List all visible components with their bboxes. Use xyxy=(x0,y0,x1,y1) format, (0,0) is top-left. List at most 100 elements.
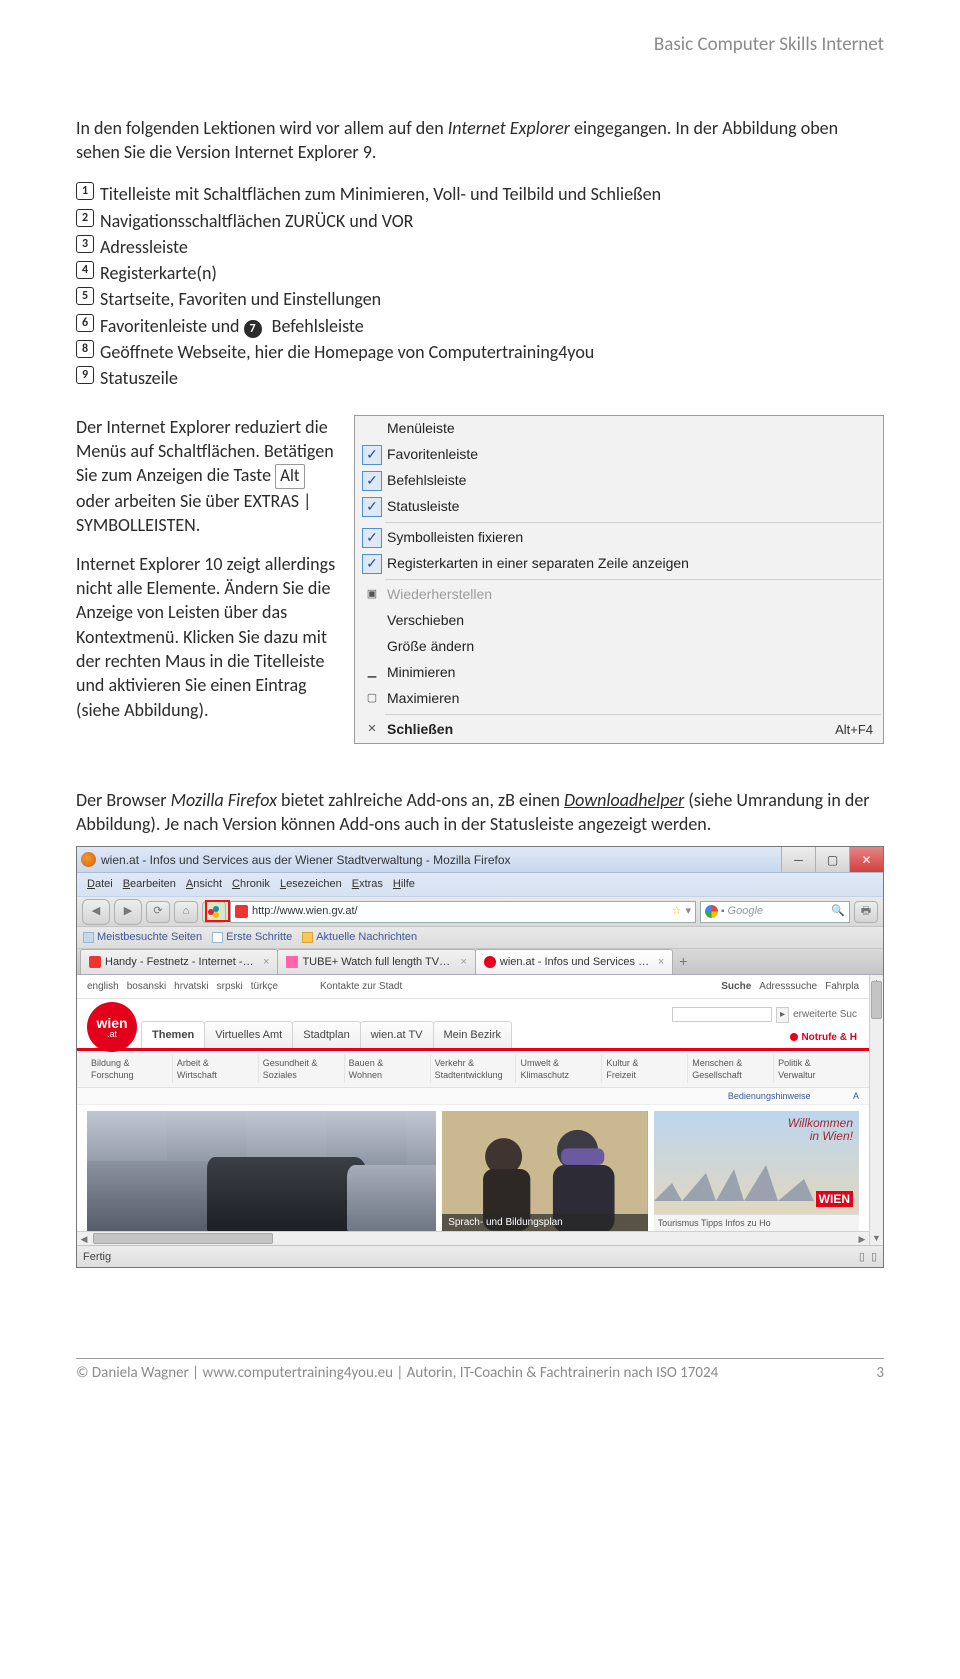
navtab-stadtplan[interactable]: Stadtplan xyxy=(292,1021,360,1048)
navtab-virtuelles-amt[interactable]: Virtuelles Amt xyxy=(204,1021,293,1048)
lang-link[interactable]: srpski xyxy=(217,980,243,994)
menu-item-menueleiste[interactable]: Menüleiste xyxy=(355,416,883,442)
notrufe-link[interactable]: Notrufe & H xyxy=(790,1031,857,1045)
menu-item-befehlsleiste[interactable]: ✓Befehlsleiste xyxy=(355,468,883,494)
forward-button[interactable]: ▶ xyxy=(114,899,142,925)
lang-link[interactable]: bosanski xyxy=(127,980,166,994)
tab-tube[interactable]: TUBE+ Watch full length TV Shows ...× xyxy=(277,949,475,974)
downloadhelper-button[interactable] xyxy=(202,901,226,923)
menu-item-groesse[interactable]: Größe ändern xyxy=(355,634,883,660)
print-button[interactable]: 🖶 xyxy=(854,901,878,923)
maximize-button[interactable]: ▢ xyxy=(815,847,849,872)
lang-link[interactable]: türkçe xyxy=(251,980,278,994)
list-item: Startseite, Favoriten und Einstellungen xyxy=(100,287,884,311)
cat-kultur[interactable]: Kultur &Freizeit xyxy=(602,1055,688,1083)
new-tab-button[interactable]: + xyxy=(672,949,694,974)
number-badge-4: 4 xyxy=(76,261,94,279)
url-bar[interactable]: http://www.wien.gv.at/ ☆ ▾ xyxy=(230,901,696,923)
list-item: Favoritenleiste und 7 Befehlsleiste xyxy=(100,314,884,338)
tab-a1[interactable]: Handy - Festnetz - Internet - Mobile...× xyxy=(80,949,278,974)
lang-link[interactable]: english xyxy=(87,980,119,994)
menu-bearbeiten[interactable]: Bearbeiten xyxy=(119,876,180,893)
home-button[interactable]: ⌂ xyxy=(174,901,198,923)
status-bar: Fertig ▯ ▯ xyxy=(77,1245,883,1267)
bedienungshinweise-link[interactable]: Bedienungshinweise xyxy=(728,1091,811,1101)
tab-wienat[interactable]: wien.at - Infos und Services aus d...× xyxy=(475,949,673,974)
menu-item-minimieren[interactable]: ▁Minimieren xyxy=(355,660,883,686)
search-go-icon[interactable]: 🔍 xyxy=(831,904,845,919)
intro-text: In den folgenden Lektionen wird vor alle… xyxy=(76,117,448,139)
cat-verkehr[interactable]: Verkehr &Stadtentwicklung xyxy=(431,1055,517,1083)
numbered-list: 1Titelleiste mit Schaltflächen zum Minim… xyxy=(76,182,884,390)
logo-subtext: .at xyxy=(107,1030,117,1039)
lang-link[interactable]: hrvatski xyxy=(174,980,208,994)
navtab-mein-bezirk[interactable]: Mein Bezirk xyxy=(433,1021,512,1048)
scroll-thumb[interactable] xyxy=(93,1233,273,1244)
category-bar: Bildung &Forschung Arbeit &Wirtschaft Ge… xyxy=(77,1051,869,1088)
scroll-left-icon[interactable]: ◀ xyxy=(77,1232,91,1245)
status-text: Fertig xyxy=(83,1250,111,1265)
menu-hilfe[interactable]: Hilfe xyxy=(389,876,419,893)
scroll-down-icon[interactable]: ▼ xyxy=(870,1231,883,1245)
menu-datei[interactable]: Datei xyxy=(83,876,117,893)
kontakte-link[interactable]: Kontakte zur Stadt xyxy=(320,980,402,994)
tab-close-icon[interactable]: × xyxy=(263,955,269,970)
search-placeholder: Google xyxy=(728,904,763,919)
menu-extras[interactable]: Extras xyxy=(348,876,387,893)
search-bar[interactable]: ▪ Google 🔍 xyxy=(700,901,850,923)
menu-item-statusleiste[interactable]: ✓Statusleiste xyxy=(355,494,883,520)
menu-ansicht[interactable]: Ansicht xyxy=(182,876,226,893)
back-button[interactable]: ◀ xyxy=(82,899,110,925)
dropdown-icon[interactable]: ▾ xyxy=(685,904,691,919)
extended-search-link[interactable]: erweiterte Suc xyxy=(793,1008,857,1022)
reload-button[interactable]: ⟳ xyxy=(146,901,170,923)
cat-arbeit[interactable]: Arbeit &Wirtschaft xyxy=(173,1055,259,1083)
emergency-dot-icon xyxy=(790,1033,798,1041)
scroll-right-icon[interactable]: ▶ xyxy=(855,1232,869,1245)
menu-item-verschieben[interactable]: Verschieben xyxy=(355,608,883,634)
context-menu: Menüleiste ✓Favoritenleiste ✓Befehlsleis… xyxy=(354,415,884,744)
site-top-bar: english bosanski hrvatski srpski türkçe … xyxy=(77,975,869,999)
fahrplan-link[interactable]: Fahrpla xyxy=(825,980,859,994)
number-badge-2: 2 xyxy=(76,209,94,227)
page-header: Basic Computer Skills Internet xyxy=(76,32,884,58)
notruf-label: Notrufe & H xyxy=(801,1031,857,1045)
a-link[interactable]: A xyxy=(853,1091,859,1101)
menu-item-fixieren[interactable]: ✓Symbolleisten fixieren xyxy=(355,525,883,551)
cat-gesundheit[interactable]: Gesundheit &Soziales xyxy=(259,1055,345,1083)
navtab-themen[interactable]: Themen xyxy=(141,1021,205,1048)
menu-label: Verschieben xyxy=(387,611,873,630)
minimize-button[interactable]: ─ xyxy=(781,847,815,872)
window-titlebar[interactable]: wien.at - Infos und Services aus der Wie… xyxy=(77,847,883,873)
cat-politik[interactable]: Politik &Verwaltur xyxy=(774,1055,859,1083)
wien-logo[interactable]: wien .at xyxy=(87,1002,137,1052)
footer-text: © Daniela Wagner | www.computertraining4… xyxy=(76,1363,718,1383)
adresssuche-link[interactable]: Adresssuche xyxy=(759,980,817,994)
horizontal-scrollbar[interactable]: ◀ ▶ xyxy=(77,1231,869,1245)
menu-chronik[interactable]: Chronik xyxy=(228,876,274,893)
menu-item-separate-zeile[interactable]: ✓Registerkarten in einer separaten Zeile… xyxy=(355,551,883,577)
scroll-thumb[interactable] xyxy=(871,981,882,1019)
tab-close-icon[interactable]: × xyxy=(658,955,664,970)
close-button[interactable]: ✕ xyxy=(849,847,883,872)
hero-image-wien: Willkommen in Wien! WIEN Tourismus Tipps… xyxy=(654,1111,859,1231)
vertical-scrollbar[interactable]: ▲ ▼ xyxy=(869,975,883,1245)
menu-item-favoritenleiste[interactable]: ✓Favoritenleiste xyxy=(355,442,883,468)
cat-bildung[interactable]: Bildung &Forschung xyxy=(87,1055,173,1083)
menu-item-maximieren[interactable]: ▢Maximieren xyxy=(355,686,883,712)
menu-lesezeichen[interactable]: Lesezeichen xyxy=(276,876,346,893)
site-search-input[interactable] xyxy=(672,1007,772,1022)
menu-shortcut: Alt+F4 xyxy=(825,721,873,739)
star-icon[interactable]: ☆ xyxy=(672,904,682,919)
bookmark-aktuelle-nachrichten[interactable]: Aktuelle Nachrichten xyxy=(302,930,417,945)
bookmark-meistbesuchte[interactable]: Meistbesuchte Seiten xyxy=(83,930,202,945)
extended-search: ▸ erweiterte Suc xyxy=(672,1007,857,1023)
cat-bauen[interactable]: Bauen &Wohnen xyxy=(345,1055,431,1083)
cat-menschen[interactable]: Menschen &Gesellschaft xyxy=(688,1055,774,1083)
cat-umwelt[interactable]: Umwelt &Klimaschutz xyxy=(516,1055,602,1083)
menu-item-schliessen[interactable]: ✕SchließenAlt+F4 xyxy=(355,717,883,743)
tab-close-icon[interactable]: × xyxy=(460,955,466,970)
search-go-button[interactable]: ▸ xyxy=(776,1007,789,1023)
bookmark-erste-schritte[interactable]: Erste Schritte xyxy=(212,930,292,945)
navtab-wienat-tv[interactable]: wien.at TV xyxy=(360,1021,434,1048)
